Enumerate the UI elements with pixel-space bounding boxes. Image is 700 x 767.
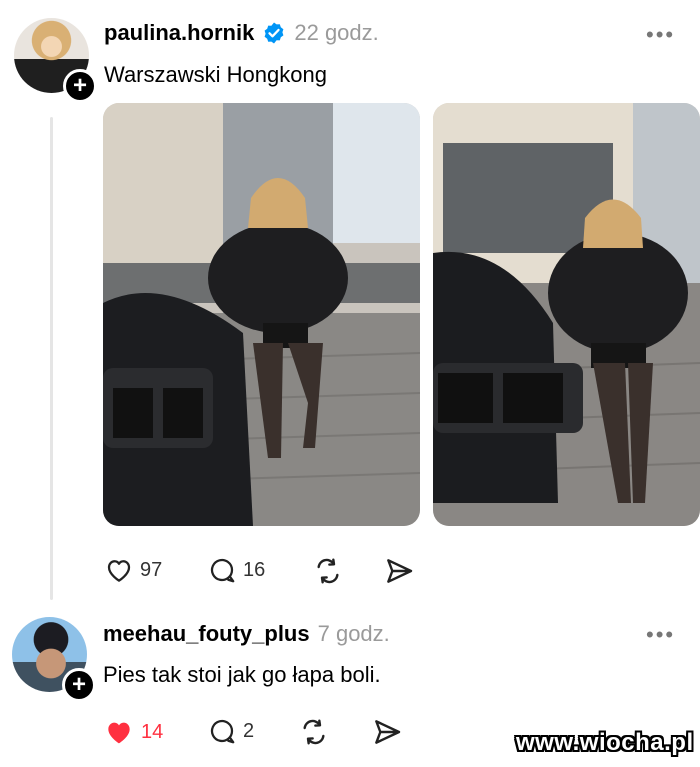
comment-count: 16 [243, 558, 266, 581]
reply-time: 7 godz. [317, 621, 390, 646]
follow-plus-icon[interactable]: + [62, 668, 96, 702]
follow-plus-icon[interactable]: + [63, 69, 97, 103]
watermark: www.wiocha.pl [516, 729, 694, 756]
post-photo-1[interactable] [103, 103, 420, 526]
reply-repost-button[interactable] [298, 716, 330, 753]
post-text: Warszawski Hongkong [104, 62, 327, 87]
more-options-icon[interactable]: ••• [646, 22, 675, 48]
comment-button[interactable]: 16 [207, 555, 265, 585]
heart-filled-icon [103, 716, 135, 748]
verified-badge-icon [262, 21, 286, 45]
like-count: 97 [140, 558, 163, 581]
repost-icon [298, 716, 330, 748]
reply-share-button[interactable] [371, 716, 403, 753]
repost-icon [312, 555, 344, 587]
thread-line [50, 117, 53, 600]
send-icon [371, 716, 403, 748]
reply-like-button[interactable]: 14 [103, 716, 163, 748]
like-button[interactable]: 97 [104, 555, 162, 585]
username[interactable]: paulina.hornik [104, 20, 254, 46]
comment-bubble-icon [207, 555, 237, 585]
reply-username[interactable]: meehau_fouty_plus [103, 621, 310, 647]
post-photo-2[interactable] [433, 103, 700, 526]
reply-like-count: 14 [141, 720, 164, 743]
heart-icon [104, 555, 134, 585]
comment-bubble-icon [207, 716, 237, 746]
share-button[interactable] [383, 555, 415, 592]
reply-text: Pies tak stoi jak go łapa boli. [103, 662, 381, 687]
reply-header: meehau_fouty_plus 7 godz. [103, 621, 390, 647]
reply-more-options-icon[interactable]: ••• [646, 622, 675, 648]
reply-comment-button[interactable]: 2 [207, 716, 254, 746]
post-time: 22 godz. [294, 20, 379, 45]
post-header: paulina.hornik 22 godz. [104, 20, 379, 46]
repost-button[interactable] [312, 555, 344, 592]
reply-comment-count: 2 [243, 719, 255, 742]
send-icon [383, 555, 415, 587]
